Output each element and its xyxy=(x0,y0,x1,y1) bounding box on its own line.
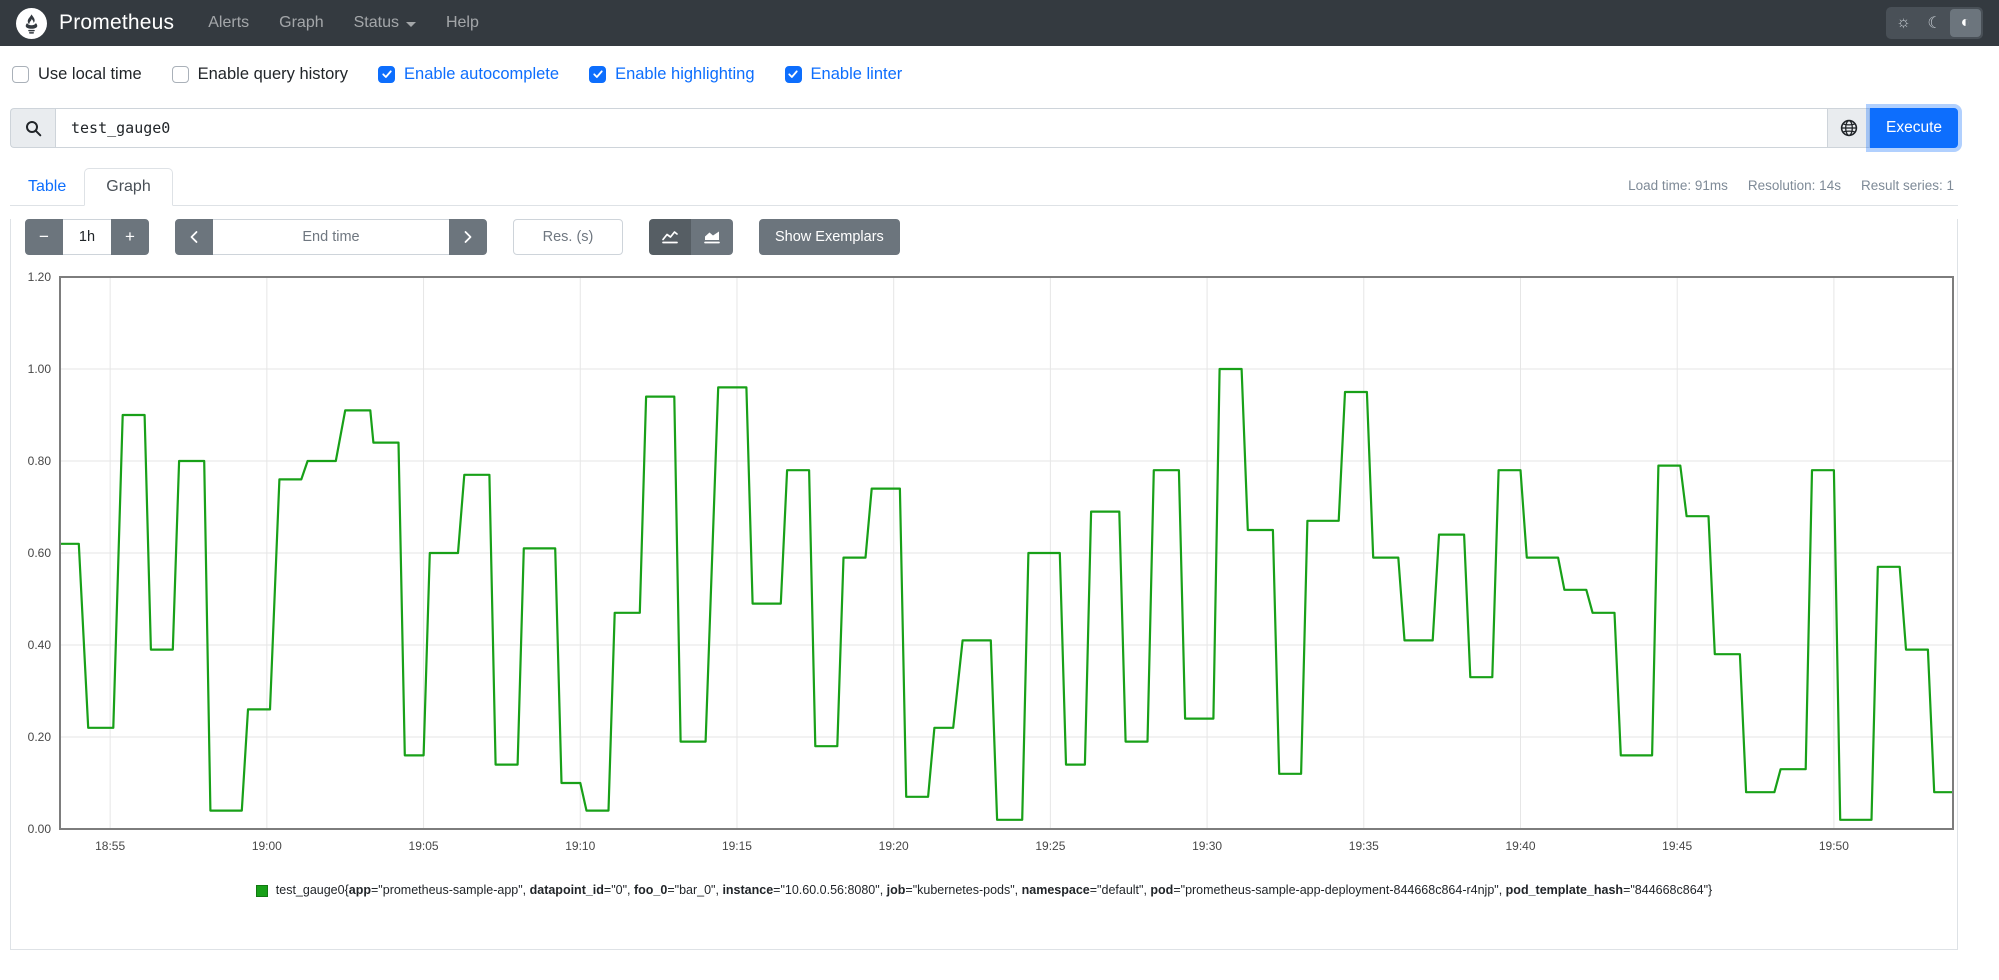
increase-range-button[interactable]: + xyxy=(111,219,149,255)
query-stats: Load time: 91ms Resolution: 14s Result s… xyxy=(1628,178,1958,205)
endtime-control-group xyxy=(175,219,487,255)
range-input[interactable] xyxy=(63,219,111,255)
svg-text:0.00: 0.00 xyxy=(28,822,52,836)
series-color-swatch[interactable] xyxy=(255,885,268,897)
checkbox-icon xyxy=(12,65,29,83)
checkbox-icon xyxy=(589,65,607,83)
tab-graph[interactable]: Graph xyxy=(84,168,173,206)
svg-text:19:10: 19:10 xyxy=(565,839,595,853)
checkbox-use-local-time[interactable]: Use local time xyxy=(12,65,142,84)
svg-text:1.20: 1.20 xyxy=(28,270,52,284)
series-label[interactable]: test_gauge0{app="prometheus-sample-app",… xyxy=(276,883,1712,897)
search-icon xyxy=(10,108,55,148)
prometheus-logo-icon xyxy=(16,7,47,39)
line-chart-icon[interactable] xyxy=(649,219,691,255)
chart-legend: test_gauge0{app="prometheus-sample-app",… xyxy=(11,883,1957,897)
svg-text:0.40: 0.40 xyxy=(28,638,52,652)
sun-icon[interactable]: ☼ xyxy=(1888,9,1919,37)
nav-status-dropdown[interactable]: Status xyxy=(354,14,416,32)
svg-text:19:25: 19:25 xyxy=(1035,839,1065,853)
show-exemplars-button[interactable]: Show Exemplars xyxy=(759,219,900,255)
checkbox-highlighting[interactable]: Enable highlighting xyxy=(589,65,755,84)
nav-alerts[interactable]: Alerts xyxy=(208,14,249,32)
result-series: Result series: 1 xyxy=(1860,178,1954,193)
app-title: Prometheus xyxy=(59,11,175,34)
options-row: Use local time Enable query history Enab… xyxy=(12,61,1999,87)
theme-toggle-group: ☼ ☾ ◐ xyxy=(1886,7,1983,39)
nav-help[interactable]: Help xyxy=(446,14,479,32)
decrease-range-button[interactable]: − xyxy=(25,219,63,255)
svg-text:18:55: 18:55 xyxy=(95,839,125,853)
checkbox-icon xyxy=(171,65,189,83)
query-expression-input[interactable] xyxy=(55,108,1828,148)
result-tabs: Table Graph Load time: 91ms Resolution: … xyxy=(10,168,1958,206)
metrics-explorer-globe-icon[interactable] xyxy=(1827,108,1870,148)
time-series-chart[interactable]: 0.00 0.20 0.40 0.60 0.80 1.00 1.20 18:55 19:00 19… xyxy=(11,267,1957,865)
svg-text:0.60: 0.60 xyxy=(28,546,52,560)
checkbox-linter[interactable]: Enable linter xyxy=(784,65,902,84)
range-control-group: − + xyxy=(25,219,149,255)
svg-text:19:35: 19:35 xyxy=(1349,839,1379,853)
checkbox-icon xyxy=(378,65,396,83)
svg-text:0.80: 0.80 xyxy=(28,454,52,468)
svg-text:19:45: 19:45 xyxy=(1662,839,1692,853)
checkbox-autocomplete[interactable]: Enable autocomplete xyxy=(378,65,559,84)
tab-table[interactable]: Table xyxy=(10,169,84,205)
graph-controls: − + Show Exemplars xyxy=(25,219,1957,255)
resolution: Resolution: 14s xyxy=(1747,178,1841,193)
checkbox-query-history[interactable]: Enable query history xyxy=(171,65,348,84)
execute-button[interactable]: Execute xyxy=(1870,108,1958,148)
end-time-input[interactable] xyxy=(213,219,449,255)
svg-text:19:50: 19:50 xyxy=(1819,839,1849,853)
nav-graph[interactable]: Graph xyxy=(279,14,323,32)
chart-type-toggle xyxy=(649,219,733,255)
graph-panel: − + Show Exemplars 0.00 0.20 0.40 0.60 0.80 1… xyxy=(10,219,1958,950)
load-time: Load time: 91ms xyxy=(1628,178,1728,193)
chevron-right-icon[interactable] xyxy=(449,219,487,255)
chevron-left-icon[interactable] xyxy=(175,219,213,255)
svg-text:19:00: 19:00 xyxy=(252,839,282,853)
navbar: Prometheus Alerts Graph Status Help ☼ ☾ … xyxy=(0,0,1999,46)
svg-text:1.00: 1.00 xyxy=(28,362,52,376)
brand-link[interactable]: Prometheus xyxy=(16,7,175,39)
chart-plot-area[interactable]: 0.00 0.20 0.40 0.60 0.80 1.00 1.20 18:55 19:00 19… xyxy=(11,267,1955,865)
query-bar: Execute xyxy=(10,108,1958,148)
chevron-down-icon xyxy=(405,21,416,27)
moon-icon[interactable]: ☾ xyxy=(1919,9,1950,37)
svg-text:19:40: 19:40 xyxy=(1505,839,1535,853)
resolution-input[interactable] xyxy=(513,219,623,255)
checkbox-icon xyxy=(784,65,802,83)
svg-text:0.20: 0.20 xyxy=(28,730,52,744)
svg-text:19:15: 19:15 xyxy=(722,839,752,853)
half-circle-icon[interactable]: ◐ xyxy=(1950,9,1981,37)
svg-text:19:20: 19:20 xyxy=(879,839,909,853)
svg-text:19:05: 19:05 xyxy=(409,839,439,853)
svg-text:19:30: 19:30 xyxy=(1192,839,1222,853)
stacked-chart-icon[interactable] xyxy=(691,219,733,255)
